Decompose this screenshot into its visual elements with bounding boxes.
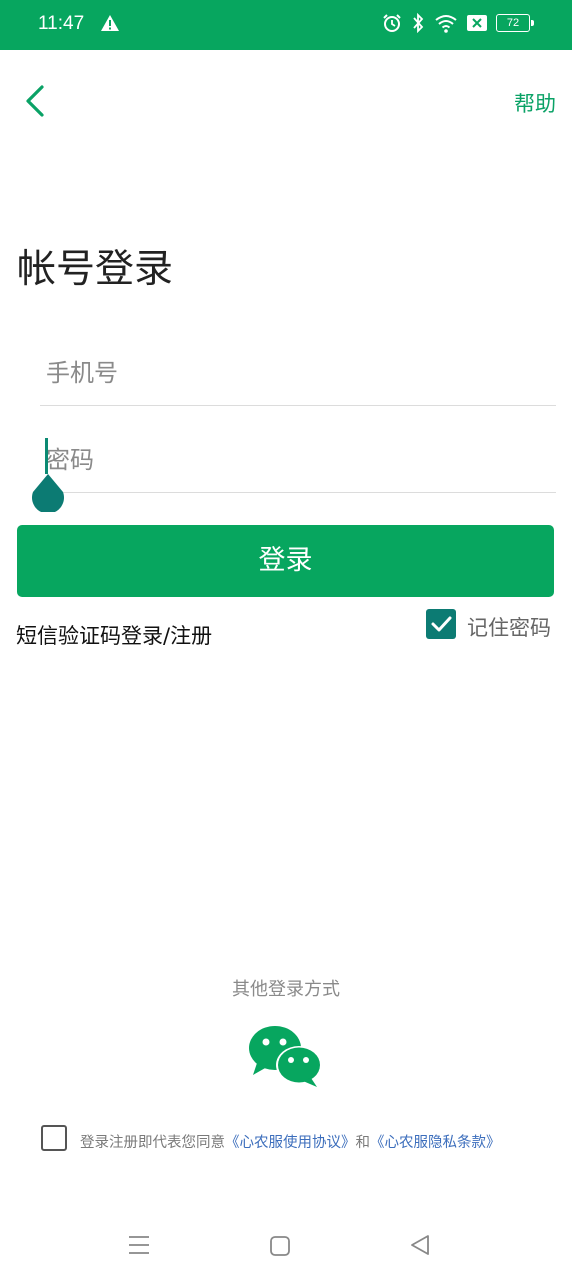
- remember-password-checkbox[interactable]: [426, 609, 456, 639]
- back-triangle-icon[interactable]: [410, 1235, 430, 1259]
- menu-icon[interactable]: [128, 1235, 150, 1259]
- help-link[interactable]: 帮助: [514, 88, 556, 118]
- page-title: 帐号登录: [17, 247, 174, 292]
- status-bar: 11:47 72: [0, 0, 572, 50]
- password-input[interactable]: [40, 428, 562, 492]
- system-nav-bar: [0, 1215, 572, 1275]
- cursor-handle[interactable]: [31, 474, 65, 514]
- user-agreement-link[interactable]: 《心农服使用协议》: [225, 1135, 356, 1151]
- warning-icon: [100, 14, 120, 36]
- other-login-label: 其他登录方式: [232, 979, 340, 1000]
- sim-off-icon: [467, 15, 487, 31]
- back-button[interactable]: [18, 82, 54, 120]
- wechat-icon: [249, 1026, 322, 1087]
- privacy-policy-link[interactable]: 《心农服隐私条款》: [370, 1135, 501, 1151]
- agreement-text: 登录注册即代表您同意《心农服使用协议》和《心农服隐私条款》: [80, 1131, 501, 1152]
- battery-icon: 72: [496, 14, 534, 32]
- agreement-checkbox[interactable]: [41, 1125, 67, 1151]
- phone-input[interactable]: [40, 340, 562, 405]
- sms-login-link[interactable]: 短信验证码登录/注册: [16, 620, 212, 650]
- agreement-prefix: 登录注册即代表您同意: [80, 1135, 225, 1151]
- wechat-login-button[interactable]: [247, 1023, 325, 1089]
- alarm-icon: [382, 13, 402, 33]
- wifi-icon: [434, 13, 458, 33]
- home-icon[interactable]: [270, 1236, 290, 1260]
- status-time: 11:47: [38, 13, 85, 34]
- password-field-container: [40, 428, 562, 493]
- phone-field-container: [40, 340, 562, 406]
- agreement-conjunction: 和: [355, 1135, 371, 1151]
- remember-password-label[interactable]: 记住密码: [467, 612, 551, 642]
- login-button[interactable]: 登录: [17, 525, 554, 597]
- bluetooth-icon: [411, 13, 425, 33]
- chevron-left-icon: [26, 85, 44, 117]
- status-icons: 72: [382, 13, 534, 33]
- text-cursor: [45, 438, 48, 474]
- checkmark-icon: [431, 616, 452, 632]
